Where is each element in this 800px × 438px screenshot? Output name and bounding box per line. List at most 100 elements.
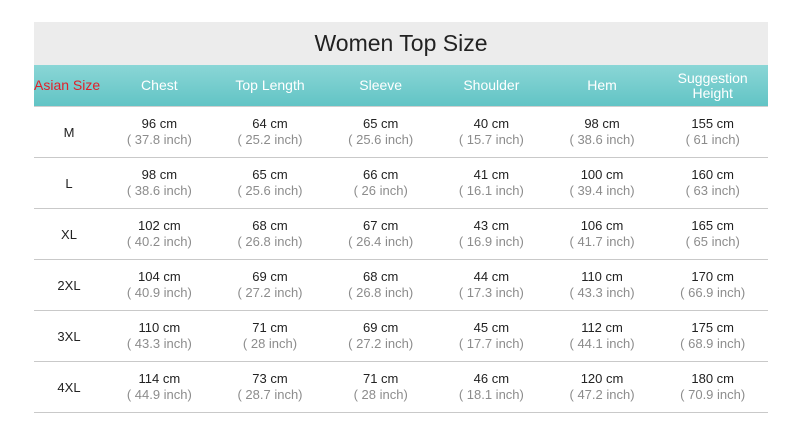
chart-title: Women Top Size	[34, 22, 768, 65]
cm-value: 43 cm	[473, 218, 510, 233]
inch-value: ( 28 inch)	[242, 336, 298, 351]
cm-value: 73 cm	[252, 371, 288, 386]
measurement-cell: 46 cm( 18.1 inch)	[436, 362, 547, 412]
inch-value: ( 16.9 inch)	[458, 234, 524, 249]
inch-value: ( 27.2 inch)	[348, 336, 414, 351]
table-row: L 98 cm( 38.6 inch) 65 cm( 25.6 inch) 66 cm…	[34, 158, 768, 209]
inch-value: ( 25.2 inch)	[237, 132, 303, 147]
measurement-cell: 112 cm( 44.1 inch)	[547, 311, 658, 361]
measurement-cell: 104 cm( 40.9 inch)	[104, 260, 215, 310]
cm-value: 114 cm	[138, 371, 181, 386]
cm-value: 104 cm	[138, 269, 181, 284]
header-shoulder: Shoulder	[463, 77, 520, 93]
inch-value: ( 66.9 inch)	[680, 285, 746, 300]
measurement-cell: 44 cm( 17.3 inch)	[436, 260, 547, 310]
measurement-cell: 110 cm( 43.3 inch)	[104, 311, 215, 361]
table-row: 4XL 114 cm( 44.9 inch) 73 cm( 28.7 inch) 71…	[34, 362, 768, 413]
cm-value: 69 cm	[362, 320, 399, 335]
measurement-cell: 120 cm( 47.2 inch)	[547, 362, 658, 412]
measurement-cell: 110 cm( 43.3 inch)	[547, 260, 658, 310]
inch-value: ( 38.6 inch)	[569, 132, 635, 147]
inch-value: ( 38.6 inch)	[126, 183, 192, 198]
table-row: 2XL 104 cm( 40.9 inch) 69 cm( 27.2 inch) 68…	[34, 260, 768, 311]
cm-value: 100 cm	[580, 167, 624, 182]
cm-value: 40 cm	[473, 116, 510, 131]
inch-value: ( 44.9 inch)	[126, 387, 192, 402]
table-header: Asian Size Chest Top Length Sleeve Shoul…	[34, 65, 768, 107]
cm-value: 96 cm	[141, 116, 178, 131]
size-label: 3XL	[57, 328, 81, 344]
table-body: M 96 cm( 37.8 inch) 64 cm( 25.2 inch) 65 cm…	[34, 107, 768, 413]
cm-value: 120 cm	[580, 371, 624, 386]
inch-value: ( 26 inch)	[353, 183, 408, 198]
inch-value: ( 41.7 inch)	[569, 234, 635, 249]
measurement-cell: 69 cm( 27.2 inch)	[215, 260, 326, 310]
measurement-cell: 69 cm( 27.2 inch)	[325, 311, 436, 361]
inch-value: ( 25.6 inch)	[237, 183, 303, 198]
header-hem: Hem	[587, 77, 617, 93]
measurement-cell: 71 cm( 28 inch)	[325, 362, 436, 412]
inch-value: ( 15.7 inch)	[458, 132, 524, 147]
measurement-cell: 180 cm( 70.9 inch)	[657, 362, 768, 412]
measurement-cell: 64 cm( 25.2 inch)	[215, 107, 326, 157]
measurement-cell: 114 cm( 44.9 inch)	[104, 362, 215, 412]
table-row: 3XL 110 cm( 43.3 inch) 71 cm( 28 inch) 69 c…	[34, 311, 768, 362]
cm-value: 98 cm	[584, 116, 620, 131]
inch-value: ( 26.8 inch)	[237, 234, 303, 249]
cm-value: 112 cm	[581, 320, 623, 335]
measurement-cell: 71 cm( 28 inch)	[215, 311, 326, 361]
table-row: M 96 cm( 37.8 inch) 64 cm( 25.2 inch) 65 cm…	[34, 107, 768, 158]
measurement-cell: 65 cm( 25.6 inch)	[325, 107, 436, 157]
cm-value: 98 cm	[141, 167, 178, 182]
inch-value: ( 16.1 inch)	[458, 183, 524, 198]
cm-value: 41 cm	[473, 167, 510, 182]
inch-value: ( 43.3 inch)	[126, 336, 192, 351]
size-label: L	[65, 175, 73, 191]
cm-value: 65 cm	[362, 116, 399, 131]
measurement-cell: 45 cm( 17.7 inch)	[436, 311, 547, 361]
inch-value: ( 17.3 inch)	[458, 285, 524, 300]
inch-value: ( 17.7 inch)	[458, 336, 524, 351]
size-label: XL	[61, 226, 77, 242]
cm-value: 110 cm	[138, 320, 181, 335]
header-asian-size: Asian Size	[34, 77, 101, 93]
measurement-cell: 155 cm( 61 inch)	[657, 107, 768, 157]
inch-value: ( 44.1 inch)	[569, 336, 635, 351]
inch-value: ( 40.2 inch)	[126, 234, 192, 249]
measurement-cell: 165 cm( 65 inch)	[657, 209, 768, 259]
cm-value: 45 cm	[473, 320, 510, 335]
measurement-cell: 67 cm( 26.4 inch)	[325, 209, 436, 259]
size-chart: Women Top Size Asian Size Chest Top Leng…	[34, 22, 768, 413]
header-top-length: Top Length	[235, 77, 305, 93]
measurement-cell: 68 cm( 26.8 inch)	[325, 260, 436, 310]
inch-value: ( 65 inch)	[685, 234, 740, 249]
size-label: M	[63, 124, 75, 140]
inch-value: ( 27.2 inch)	[237, 285, 303, 300]
measurement-cell: 98 cm( 38.6 inch)	[547, 107, 658, 157]
cm-value: 46 cm	[473, 371, 510, 386]
measurement-cell: 98 cm( 38.6 inch)	[104, 158, 215, 208]
measurement-cell: 66 cm( 26 inch)	[325, 158, 436, 208]
cm-value: 68 cm	[362, 269, 399, 284]
measurement-cell: 102 cm( 40.2 inch)	[104, 209, 215, 259]
cm-value: 71 cm	[252, 320, 288, 335]
cm-value: 160 cm	[691, 167, 735, 182]
cm-value: 175 cm	[691, 320, 735, 335]
inch-value: ( 26.4 inch)	[348, 234, 414, 249]
header-chest: Chest	[141, 77, 178, 93]
cm-value: 155 cm	[691, 116, 735, 131]
inch-value: ( 43.3 inch)	[569, 285, 635, 300]
cm-value: 68 cm	[252, 218, 288, 233]
table-row: XL 102 cm( 40.2 inch) 68 cm( 26.8 inch) 67 …	[34, 209, 768, 260]
inch-value: ( 25.6 inch)	[348, 132, 414, 147]
inch-value: ( 40.9 inch)	[126, 285, 192, 300]
measurement-cell: 65 cm( 25.6 inch)	[215, 158, 326, 208]
cm-value: 110 cm	[581, 269, 623, 284]
measurement-cell: 40 cm( 15.7 inch)	[436, 107, 547, 157]
inch-value: ( 28 inch)	[353, 387, 408, 402]
measurement-cell: 41 cm( 16.1 inch)	[436, 158, 547, 208]
measurement-cell: 106 cm( 41.7 inch)	[547, 209, 658, 259]
inch-value: ( 61 inch)	[685, 132, 740, 147]
size-label: 2XL	[57, 277, 81, 293]
measurement-cell: 96 cm( 37.8 inch)	[104, 107, 215, 157]
